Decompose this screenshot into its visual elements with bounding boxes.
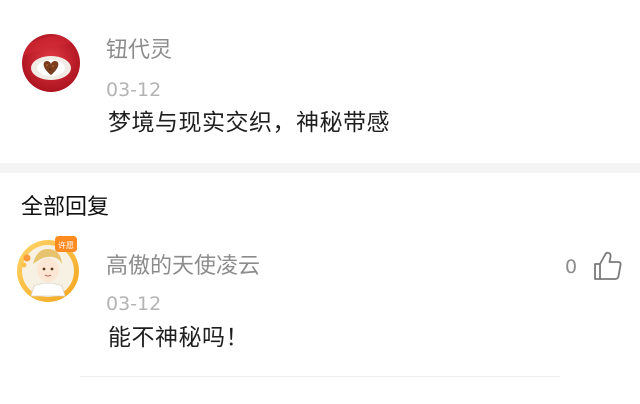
comment-detail-page: 钮代灵 03-12 梦境与现实交织，神秘带感 全部回复 许愿 高傲的天使凌云 0… bbox=[0, 0, 640, 404]
reply-username[interactable]: 高傲的天使凌云 bbox=[106, 253, 260, 281]
avatar[interactable] bbox=[22, 34, 80, 92]
like-count: 0 bbox=[565, 256, 578, 278]
comment-date: 03-12 bbox=[106, 79, 162, 101]
reply-date: 03-12 bbox=[106, 293, 162, 315]
avatar-image bbox=[22, 34, 80, 92]
main-comment: 钮代灵 03-12 梦境与现实交织，神秘带感 bbox=[0, 0, 640, 163]
thumbs-up-icon[interactable] bbox=[592, 250, 624, 282]
comment-username[interactable]: 钮代灵 bbox=[106, 37, 172, 65]
reply-text: 能不神秘吗！ bbox=[108, 325, 249, 351]
divider bbox=[80, 376, 560, 377]
comment-text: 梦境与现实交织，神秘带感 bbox=[108, 110, 390, 136]
avatar-frame-image: 许愿 bbox=[17, 236, 79, 302]
replies-section-title: 全部回复 bbox=[21, 195, 110, 220]
section-divider bbox=[0, 163, 640, 173]
reply-avatar[interactable]: 许愿 bbox=[15, 234, 81, 306]
avatar-badge-text: 许愿 bbox=[58, 240, 74, 250]
